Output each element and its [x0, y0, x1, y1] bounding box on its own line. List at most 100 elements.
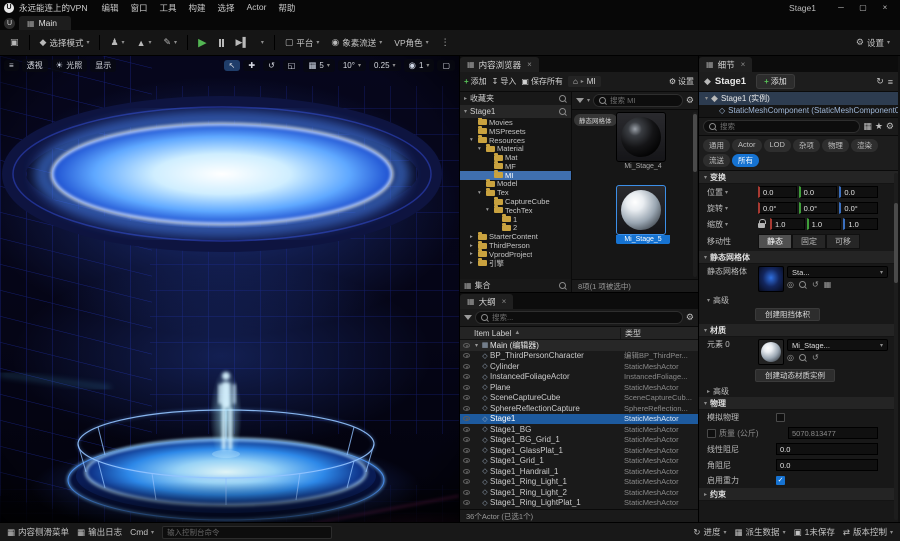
use-selected-icon[interactable]: ◎: [787, 280, 794, 289]
asset-search-input[interactable]: [610, 96, 677, 105]
folder-row-14[interactable]: ▸ThirdPerson: [460, 241, 571, 250]
expander-icon[interactable]: ▾: [478, 190, 484, 196]
editor-mode-dropdown[interactable]: ◆ 选择模式 ▾: [35, 35, 95, 51]
tab-content-browser[interactable]: ▦ 内容浏览器 ×: [460, 57, 539, 72]
filter-funnel-icon[interactable]: [576, 98, 584, 103]
folder-row-7[interactable]: Model: [460, 180, 571, 189]
details-filter-tab-0[interactable]: 通用: [703, 139, 730, 152]
linear-damping-field[interactable]: 0.0: [776, 443, 878, 455]
grid-view-icon[interactable]: ▦: [863, 121, 872, 132]
details-filter-tab-1[interactable]: Actor: [732, 139, 762, 152]
visibility-eye-icon[interactable]: [463, 448, 470, 453]
play-options-caret[interactable]: ▾: [256, 37, 269, 48]
visibility-eye-icon[interactable]: [463, 479, 470, 484]
material-thumbnail[interactable]: [758, 339, 784, 365]
pause-button[interactable]: [214, 37, 229, 49]
expander-icon[interactable]: ▾: [470, 137, 476, 143]
scale-x-field[interactable]: 1.0: [770, 218, 805, 230]
create-dynamic-material-button[interactable]: 创建动态材质实例: [755, 369, 835, 382]
source-control-dropdown[interactable]: ⇄版本控制▾: [843, 526, 893, 538]
play-button[interactable]: ▶: [193, 34, 211, 51]
landscape-dropdown[interactable]: ▲▾: [132, 36, 157, 50]
scale-snap-control[interactable]: 0.25▾: [369, 60, 401, 71]
visibility-eye-icon[interactable]: [463, 416, 470, 421]
scale-label[interactable]: 缩放▾: [707, 219, 755, 230]
folder-row-0[interactable]: Movies: [460, 118, 571, 127]
details-filter-tab-3[interactable]: 杂项: [793, 139, 820, 152]
cmd-dropdown[interactable]: Cmd▾: [130, 527, 154, 537]
reset-icon[interactable]: ↺: [812, 280, 819, 289]
minimize-button[interactable]: ─: [830, 3, 852, 12]
unsaved-button[interactable]: ▣1未保存: [794, 526, 835, 538]
settings-dropdown[interactable]: ⚙ 设置 ▾: [851, 35, 895, 51]
pixel-streaming-dropdown[interactable]: ◉ 象素流送 ▾: [326, 35, 387, 51]
visibility-eye-icon[interactable]: [463, 458, 470, 463]
folder-row-4[interactable]: Mat: [460, 153, 571, 162]
folder-row-8[interactable]: ▾Tex: [460, 188, 571, 197]
close-icon[interactable]: ×: [527, 60, 532, 69]
close-icon[interactable]: ×: [502, 297, 507, 306]
expander-icon[interactable]: ▾: [486, 207, 492, 213]
mass-override-checkbox[interactable]: [707, 429, 716, 438]
folder-row-6[interactable]: MI: [460, 171, 571, 180]
favorites-header[interactable]: ▸ 收藏夹: [460, 92, 571, 105]
location-label[interactable]: 位置▾: [707, 187, 755, 198]
section-static-mesh[interactable]: ▾静态网格体: [699, 251, 898, 264]
details-search-input[interactable]: [720, 122, 854, 131]
content-settings-button[interactable]: ⚙设置: [669, 76, 694, 87]
outliner-row[interactable]: ◇Stage1_Handrail_1StaticMeshActor: [460, 466, 698, 477]
skip-button[interactable]: ▶▌: [231, 35, 254, 50]
panel-menu-icon[interactable]: ≡: [888, 77, 893, 87]
component-row-instance[interactable]: ▾ ◆ Stage1 (实例): [699, 92, 898, 105]
outliner-row[interactable]: ◇Stage1_BG_Grid_1StaticMeshActor: [460, 435, 698, 446]
outliner-row[interactable]: ◇SphereReflectionCaptureSphereReflection…: [460, 403, 698, 414]
static-mesh-combo[interactable]: Sta...▾: [787, 266, 888, 278]
reset-icon[interactable]: ↺: [812, 353, 819, 362]
outliner-row[interactable]: ◇PlaneStaticMeshActor: [460, 382, 698, 393]
create-blocking-volume-button[interactable]: 创建阻挡体积: [755, 308, 820, 321]
mobility-option-0[interactable]: 静态: [758, 234, 792, 249]
type-column[interactable]: 类型: [620, 328, 698, 339]
output-log-button[interactable]: ▦输出日志: [77, 526, 122, 538]
expander-icon[interactable]: ▸: [470, 234, 476, 240]
show-button[interactable]: 显示: [90, 59, 116, 72]
outliner-row[interactable]: ◇Stage1_Ring_LightPlat_1StaticMeshActor: [460, 498, 698, 509]
add-content-button[interactable]: +添加: [464, 76, 487, 87]
menu-item-3[interactable]: 构建: [183, 2, 212, 14]
section-constraints[interactable]: ▸约束: [699, 488, 898, 501]
tab-outliner[interactable]: ▦ 大纲 ×: [460, 294, 513, 309]
item-label-column[interactable]: Item Label: [474, 329, 511, 338]
details-filter-tab-4[interactable]: 物理: [822, 139, 849, 152]
folder-row-15[interactable]: ▸VprodProject: [460, 250, 571, 259]
viewport-menu-icon[interactable]: ≡: [4, 60, 19, 71]
favorites-star-icon[interactable]: ★: [875, 121, 883, 132]
lit-mode-button[interactable]: ☀光照: [51, 59, 88, 72]
visibility-eye-icon[interactable]: [463, 364, 470, 369]
progress-dropdown[interactable]: ↻进度▾: [693, 526, 726, 538]
outliner-search-input[interactable]: [492, 313, 677, 322]
save-all-button[interactable]: ▣保存所有: [521, 76, 563, 87]
static-mesh-thumbnail[interactable]: [758, 266, 784, 292]
material-combo[interactable]: Mi_Stage...▾: [787, 339, 888, 351]
blueprint-dropdown[interactable]: ✎▾: [159, 35, 183, 50]
folder-row-5[interactable]: MF: [460, 162, 571, 171]
folder-row-13[interactable]: ▸StarterContent: [460, 232, 571, 241]
move-tool-button[interactable]: ✚: [243, 60, 260, 71]
asset-scrollbar[interactable]: [693, 112, 697, 277]
collections-header[interactable]: ▦ 集合: [460, 279, 571, 292]
tab-main-level[interactable]: ▦ Main: [19, 16, 71, 30]
details-search-box[interactable]: [703, 120, 860, 133]
outliner-row[interactable]: ◇Stage1_Grid_1StaticMeshActor: [460, 456, 698, 467]
perspective-button[interactable]: 透视: [22, 59, 48, 72]
outliner-row[interactable]: ◇SceneCaptureCubeSceneCaptureCub...: [460, 393, 698, 404]
grid-snap-control[interactable]: ▦5▾: [303, 59, 335, 72]
outliner-row[interactable]: ◇CylinderStaticMeshActor: [460, 361, 698, 372]
folder-row-12[interactable]: 2: [460, 224, 571, 233]
outliner-settings-icon[interactable]: ⚙: [686, 312, 694, 323]
content-drawer-button[interactable]: ▦内容侧滑菜单: [7, 526, 69, 538]
visibility-eye-icon[interactable]: [463, 490, 470, 495]
outliner-row[interactable]: ◇Stage1_GlassPlat_1StaticMeshActor: [460, 445, 698, 456]
scale-z-field[interactable]: 1.0: [843, 218, 878, 230]
outliner-row[interactable]: ▾▦Main (编辑器): [460, 340, 698, 351]
expander-icon[interactable]: ▸: [470, 243, 476, 249]
